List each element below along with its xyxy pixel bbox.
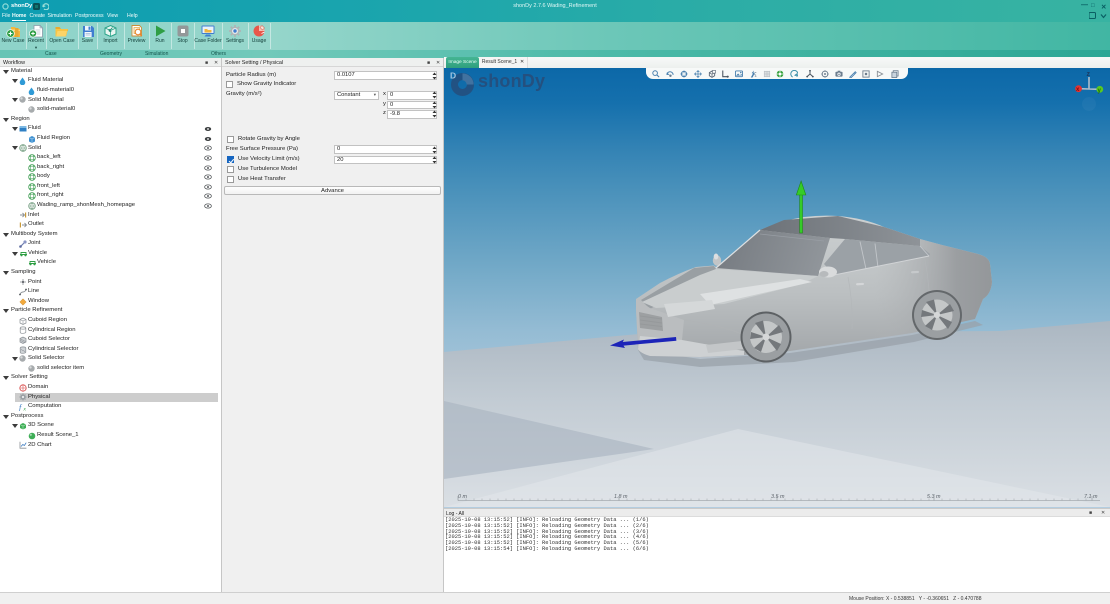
- svg-text:D: D: [450, 71, 456, 81]
- svg-text:z: z: [1087, 71, 1091, 78]
- svg-text:f: f: [19, 403, 23, 411]
- svg-text:3.5 m: 3.5 m: [771, 494, 785, 500]
- svg-text:x: x: [23, 407, 27, 412]
- svg-text:1.8 m: 1.8 m: [614, 494, 628, 500]
